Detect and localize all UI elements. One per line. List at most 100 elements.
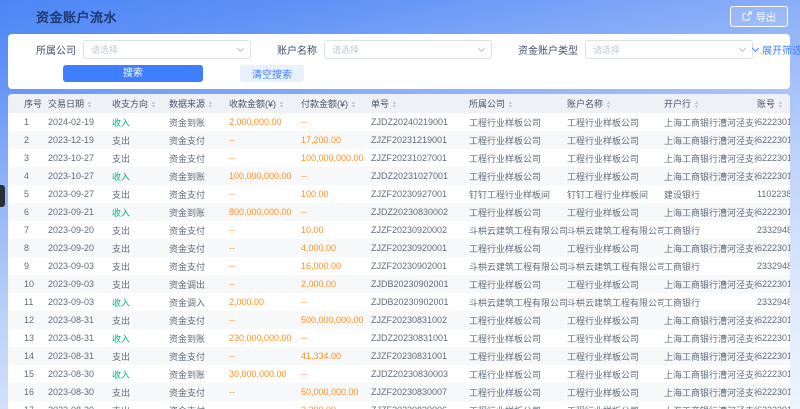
cell-order_no: ZJZF20230830006 xyxy=(371,401,469,409)
filter-panel: 所属公司 请选择 账户名称 请选择 资金账户类型 请选择 展开筛选 搜索 xyxy=(8,34,790,89)
account-name-select[interactable]: 请选择 xyxy=(324,40,492,59)
cell-account_name: 工程行业样板公司 xyxy=(567,383,664,401)
cell-account_no: 622230111 xyxy=(757,347,790,365)
cell-index: 2 xyxy=(8,131,48,149)
table-row: 12024-02-19收入资金到账2,000,000.00--ZJDZ20240… xyxy=(8,113,790,131)
table-row: 122023-08-31支出资金支付--500,000,000.00ZJZF20… xyxy=(8,311,790,329)
sort-icon[interactable]: ▲▼ xyxy=(508,101,513,109)
cell-bank: 上海工商银行漕河泾支行 xyxy=(664,311,757,329)
cell-order_no: ZJZF20230902001 xyxy=(371,257,469,275)
search-button[interactable]: 搜索 xyxy=(63,65,203,82)
table-row: 32023-10-27支出资金支付--100,000,000.00ZJZF202… xyxy=(8,149,790,167)
cell-index: 5 xyxy=(8,185,48,203)
cell-order_no: ZJDB20230902001 xyxy=(371,293,469,311)
sort-icon[interactable]: ▲▼ xyxy=(87,101,92,109)
sort-icon[interactable]: ▲▼ xyxy=(208,101,213,109)
expand-filters-link[interactable]: 展开筛选 xyxy=(753,42,800,57)
expand-filters-label: 展开筛选 xyxy=(762,42,800,57)
cell-payment_amount: 4,000.00 xyxy=(301,239,371,257)
cell-direction: 支出 xyxy=(112,383,169,401)
account-name-select-placeholder: 请选择 xyxy=(332,43,479,56)
cell-source: 资金支付 xyxy=(169,239,229,257)
cell-income_amount: 30,000,000.00 xyxy=(229,365,301,383)
cell-date: 2023-08-31 xyxy=(48,311,112,329)
export-button-label: 导出 xyxy=(756,9,776,24)
col-header-bank[interactable]: 开户行▲▼ xyxy=(664,94,757,113)
table-body: 12024-02-19收入资金到账2,000,000.00--ZJDZ20240… xyxy=(8,113,790,409)
table-row: 102023-09-03支出资金调出--2,000.00ZJDB20230902… xyxy=(8,275,790,293)
col-header-payment_amount[interactable]: 付款金额(¥)▲▼ xyxy=(301,94,371,113)
col-header-account_name[interactable]: 账户名称▲▼ xyxy=(567,94,664,113)
cell-order_no: ZJZF20231027001 xyxy=(371,149,469,167)
table-row: 22023-12-19支出资金支付--17,200.00ZJZF20231219… xyxy=(8,131,790,149)
cell-payment_amount: -- xyxy=(301,113,371,131)
col-header-order_no[interactable]: 单号▲▼ xyxy=(371,94,469,113)
sort-icon[interactable]: ▲▼ xyxy=(151,101,156,109)
col-header-company[interactable]: 所属公司▲▼ xyxy=(469,94,567,113)
cell-account_no: 622230111 xyxy=(757,383,790,401)
table-row: 112023-09-03收入资金调入2,000.00--ZJDB20230902… xyxy=(8,293,790,311)
col-header-account_no[interactable]: 账号▲▼ xyxy=(757,94,790,113)
cell-index: 6 xyxy=(8,203,48,221)
cell-index: 16 xyxy=(8,383,48,401)
col-header-income_amount[interactable]: 收款金额(¥)▲▼ xyxy=(229,94,301,113)
transactions-table-panel: 序号交易日期▲▼收支方向▲▼数据来源▲▼收款金额(¥)▲▼付款金额(¥)▲▼单号… xyxy=(8,94,790,409)
sort-icon[interactable]: ▲▼ xyxy=(351,101,356,109)
sort-icon[interactable]: ▲▼ xyxy=(778,101,783,109)
cell-date: 2023-09-27 xyxy=(48,185,112,203)
cell-order_no: ZJZF20230831001 xyxy=(371,347,469,365)
cell-bank: 工商银行 xyxy=(664,257,757,275)
cell-bank: 上海工商银行漕河泾支行 xyxy=(664,149,757,167)
cell-date: 2023-08-31 xyxy=(48,329,112,347)
company-select[interactable]: 请选择 xyxy=(83,40,251,59)
cell-direction: 支出 xyxy=(112,401,169,409)
table-row: 72023-09-20支出资金支付--10.00ZJZF20230920002斗… xyxy=(8,221,790,239)
cell-payment_amount: -- xyxy=(301,329,371,347)
cell-account_name: 工程行业样板公司 xyxy=(567,329,664,347)
cell-date: 2023-09-20 xyxy=(48,221,112,239)
cell-source: 资金到账 xyxy=(169,365,229,383)
chevron-down-icon xyxy=(478,44,485,51)
cell-account_name: 工程行业样板公司 xyxy=(567,131,664,149)
cell-account_no: 622230111 xyxy=(757,149,790,167)
cell-company: 工程行业样板公司 xyxy=(469,275,567,293)
sort-icon[interactable]: ▲▼ xyxy=(279,101,284,109)
col-header-direction[interactable]: 收支方向▲▼ xyxy=(112,94,169,113)
cell-account_name: 斗栱云建筑工程有限公司 xyxy=(567,257,664,275)
col-header-source[interactable]: 数据来源▲▼ xyxy=(169,94,229,113)
drawer-handle[interactable] xyxy=(0,185,5,207)
cell-payment_amount: 500,000,000.00 xyxy=(301,311,371,329)
cell-index: 15 xyxy=(8,365,48,383)
cell-order_no: ZJZF20230830007 xyxy=(371,383,469,401)
cell-account_name: 工程行业样板公司 xyxy=(567,167,664,185)
cell-index: 10 xyxy=(8,275,48,293)
col-header-date[interactable]: 交易日期▲▼ xyxy=(48,94,112,113)
account-type-select[interactable]: 请选择 xyxy=(585,40,753,59)
cell-account_no: 622230111 xyxy=(757,311,790,329)
cell-bank: 工商银行 xyxy=(664,221,757,239)
cell-date: 2023-08-30 xyxy=(48,365,112,383)
col-header-label: 账户名称 xyxy=(567,99,603,109)
cell-direction: 支出 xyxy=(112,275,169,293)
sort-icon[interactable]: ▲▼ xyxy=(392,101,397,109)
cell-direction: 支出 xyxy=(112,131,169,149)
cell-source: 资金支付 xyxy=(169,383,229,401)
cell-income_amount: -- xyxy=(229,347,301,365)
cell-index: 12 xyxy=(8,311,48,329)
cell-direction: 收入 xyxy=(112,329,169,347)
cell-account_name: 工程行业样板公司 xyxy=(567,347,664,365)
cell-order_no: ZJDZ20230831001 xyxy=(371,329,469,347)
sort-icon[interactable]: ▲▼ xyxy=(606,101,611,109)
account-type-filter-label: 资金账户类型 xyxy=(518,42,578,57)
cell-index: 9 xyxy=(8,257,48,275)
cell-income_amount: 800,000,000.00 xyxy=(229,203,301,221)
clear-search-button[interactable]: 清空搜索 xyxy=(240,65,304,82)
cell-company: 工程行业样板公司 xyxy=(469,347,567,365)
export-button[interactable]: 导出 xyxy=(730,6,788,27)
cell-company: 钉钉工程行业样板间 xyxy=(469,185,567,203)
sort-icon[interactable]: ▲▼ xyxy=(694,101,699,109)
cell-bank: 上海工商银行漕河泾支行 xyxy=(664,347,757,365)
cell-order_no: ZJDB20230902001 xyxy=(371,275,469,293)
account-type-select-placeholder: 请选择 xyxy=(593,43,740,56)
cell-direction: 收入 xyxy=(112,167,169,185)
